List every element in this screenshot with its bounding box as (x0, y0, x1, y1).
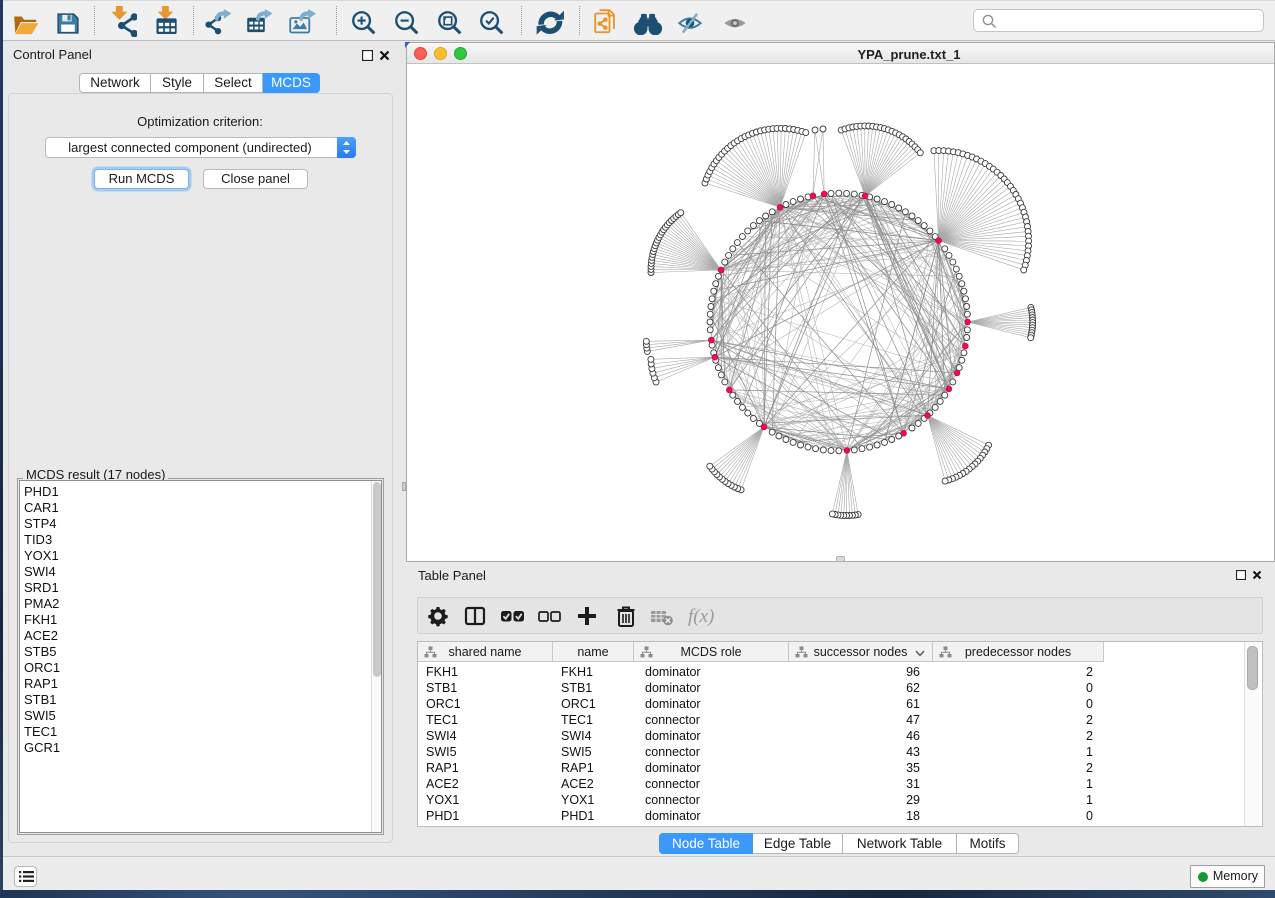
svg-text:f(x): f(x) (688, 606, 714, 627)
